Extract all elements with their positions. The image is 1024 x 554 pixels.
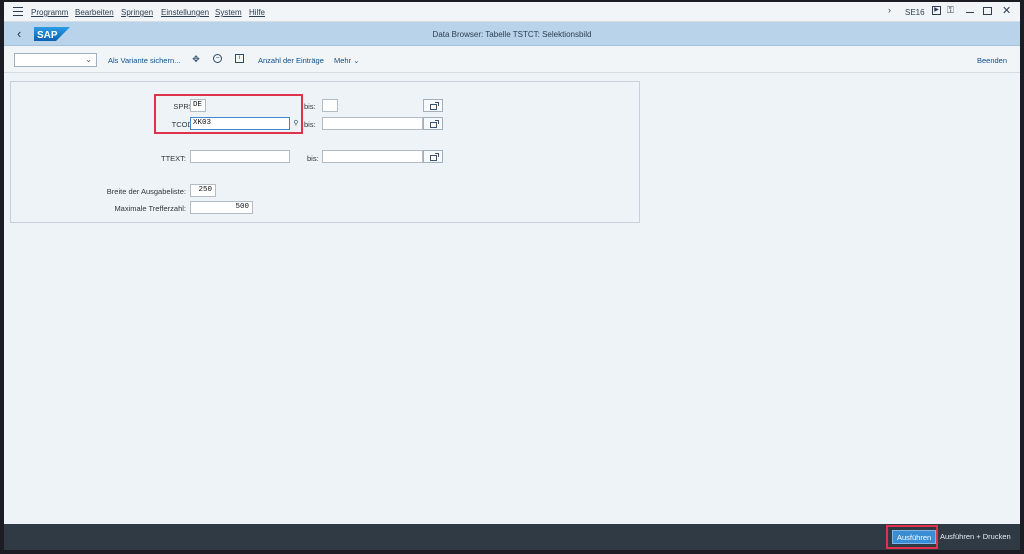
ttext-label: TTEXT: <box>160 154 186 163</box>
maximize-icon[interactable] <box>983 7 992 15</box>
save-as-variant-button[interactable]: Als Variante sichern... <box>108 56 180 65</box>
sap-window: Programm Bearbeiten Springen Einstellung… <box>4 2 1020 550</box>
execute-print-button[interactable]: Ausführen + Drucken <box>940 530 1011 544</box>
menu-springen[interactable]: Springen <box>121 8 153 17</box>
close-icon[interactable]: ✕ <box>1002 4 1011 17</box>
exit-button[interactable]: Beenden <box>977 56 1007 65</box>
menu-system[interactable]: System <box>215 8 242 17</box>
execute-button[interactable]: Ausführen <box>892 530 937 544</box>
ttext-low-input[interactable] <box>190 150 290 163</box>
tcode-high-input[interactable] <box>322 117 423 130</box>
menu-icon[interactable] <box>13 7 23 16</box>
highlight-box <box>154 94 303 134</box>
lock-icon[interactable]: ⚿ <box>947 5 954 16</box>
remove-icon[interactable]: − <box>213 54 222 63</box>
chevron-down-icon: ⌄ <box>353 56 360 65</box>
chevron-down-icon: ⌄ <box>85 55 92 64</box>
tcode-display: SE16 <box>905 8 925 17</box>
menu-einstellungen[interactable]: Einstellungen <box>161 8 209 17</box>
ttext-to-label: bis: <box>307 154 319 163</box>
more-button[interactable]: Mehr ⌄ <box>334 56 359 65</box>
footer-bar: Ausführen Ausführen + Drucken <box>4 524 1020 550</box>
minimize-icon[interactable] <box>966 12 974 14</box>
ttext-multiple-selection-button[interactable] <box>423 150 443 163</box>
count-entries-button[interactable]: Anzahl der Einträge <box>258 56 324 65</box>
more-label: Mehr <box>334 56 352 65</box>
sprsl-multiple-selection-button[interactable] <box>423 99 443 112</box>
tcode-to-label: bis: <box>304 120 316 129</box>
sprsl-high-input[interactable] <box>322 99 338 112</box>
menu-bar: Programm Bearbeiten Springen Einstellung… <box>4 2 1020 22</box>
play-icon[interactable]: ▶ <box>932 6 941 15</box>
page-title: Data Browser: Tabelle TSTCT: Selektionsb… <box>432 30 592 39</box>
title-bar: ‹ SAP Data Browser: Tabelle TSTCT: Selek… <box>4 22 1020 46</box>
ttext-high-input[interactable] <box>322 150 423 163</box>
application-toolbar: ⌄ Als Variante sichern... ✥ − i Anzahl d… <box>4 47 1020 73</box>
output-width-label: Breite der Ausgabeliste: <box>106 187 186 196</box>
max-hits-label: Maximale Trefferzahl: <box>114 204 186 213</box>
selection-options-icon[interactable]: ✥ <box>191 54 201 64</box>
menu-bearbeiten[interactable]: Bearbeiten <box>75 8 114 17</box>
sprsl-to-label: bis: <box>304 102 316 111</box>
tcode-multiple-selection-button[interactable] <box>423 117 443 130</box>
menu-programm[interactable]: Programm <box>31 8 68 17</box>
menu-hilfe[interactable]: Hilfe <box>249 8 265 17</box>
info-icon[interactable]: i <box>235 54 244 63</box>
max-hits-input[interactable]: 500 <box>190 201 253 214</box>
chevron-right-icon[interactable]: › <box>888 5 891 15</box>
output-width-input[interactable]: 250 <box>190 184 216 197</box>
variant-dropdown[interactable]: ⌄ <box>14 53 97 67</box>
